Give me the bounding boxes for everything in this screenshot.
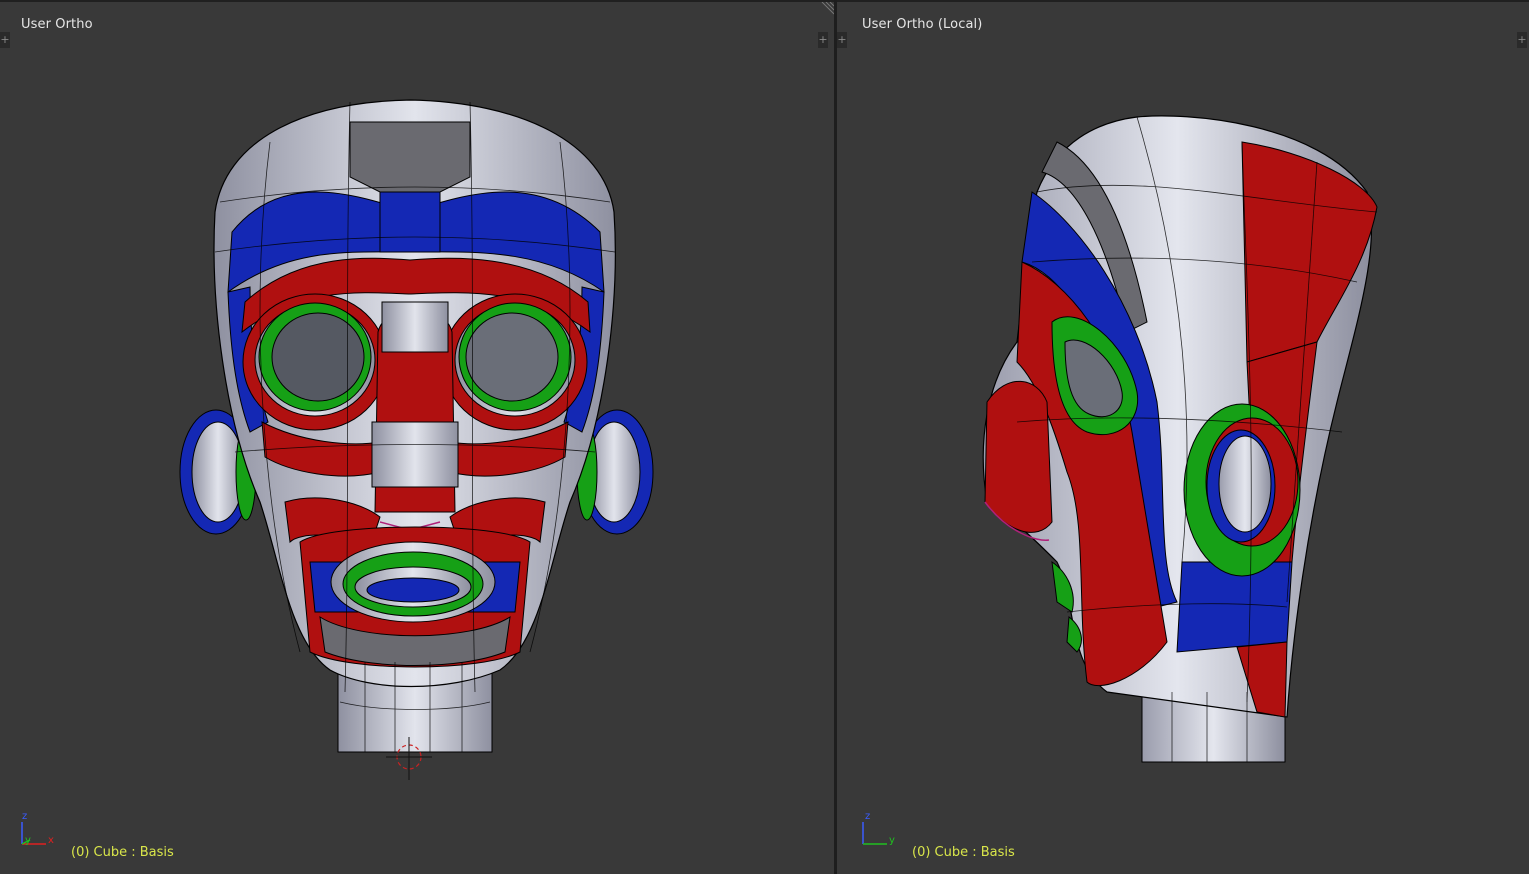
viewport-right[interactable]: User Ortho (Local) + + z y (0) Cube: Ba… [837,0,1529,874]
status-object-label: (0) Cube : Basis [71,845,174,860]
status-object-label: (0) Cube : Basis [912,845,1015,860]
head-model-side[interactable] [837,2,1529,874]
axis-gizmo-icon [862,822,887,845]
mouth-hole [366,577,460,603]
eye-hole-left [271,312,365,402]
axis-label-y: y [889,835,895,846]
axis-label-x: x [48,835,54,846]
axis-label-z: z [22,811,28,822]
ear [1218,435,1272,533]
nose [984,380,1053,533]
eye-hole-right [465,312,559,402]
axis-label-z: z [865,811,871,822]
viewport-left[interactable]: User Ortho + + z y x (0) Cube: Basis [0,0,834,874]
head-model-front[interactable] [0,2,834,874]
axis-label-y: y [25,835,31,846]
